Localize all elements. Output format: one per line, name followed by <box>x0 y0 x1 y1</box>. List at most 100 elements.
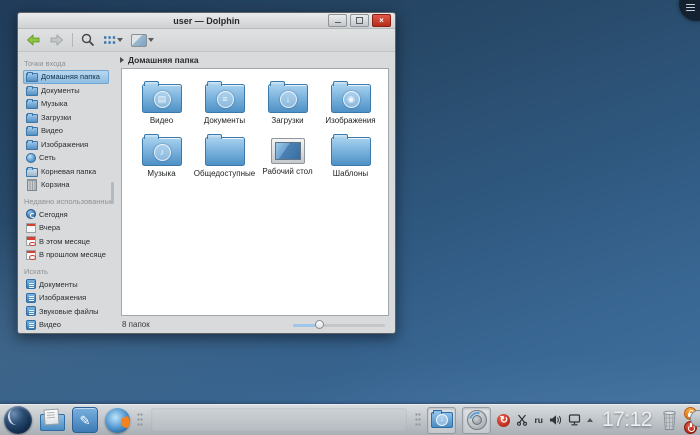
sidebar-item[interactable]: Домашняя папка <box>23 70 109 84</box>
sidebar-item[interactable]: Изображения <box>23 138 109 152</box>
display-network-icon[interactable] <box>568 414 581 426</box>
folder-icon: ♪ <box>142 137 182 166</box>
sidebar-item-label: Изображения <box>39 293 86 302</box>
zoom-slider[interactable] <box>293 320 385 330</box>
sidebar-item[interactable]: Сеть <box>23 151 109 165</box>
sidebar-item-label: В прошлом месяце <box>39 250 106 259</box>
sidebar-scrollbar[interactable] <box>111 182 114 204</box>
volume-icon[interactable] <box>549 414 562 426</box>
download-emblem-icon: ↓ <box>280 91 297 108</box>
places-panel: Точки входа Домашняя папка Документы Музыка… <box>18 52 115 333</box>
close-button[interactable]: × <box>372 14 391 27</box>
sidebar-section-title: Точки входа <box>24 59 115 68</box>
sidebar-item[interactable]: Корневая папка <box>23 165 109 179</box>
folder-item[interactable]: ≡Документы <box>193 80 256 133</box>
maximize-button[interactable] <box>350 14 369 27</box>
calendar-month-icon <box>26 250 36 260</box>
sidebar-item[interactable]: Видео <box>23 318 109 332</box>
slider-handle[interactable] <box>315 320 324 329</box>
desktop-folder-icon <box>271 138 305 164</box>
sidebar-item-label: Видео <box>39 320 61 329</box>
sidebar-item[interactable]: Документы <box>23 278 109 292</box>
clipboard-scissors-icon[interactable] <box>516 414 528 426</box>
folder-view[interactable]: ▤Видео≡Документы ↓ Загрузки ◉ Изображения ♪ Му… <box>121 68 389 316</box>
task-manager-area[interactable] <box>151 408 407 432</box>
folder-label: Музыка <box>147 169 175 178</box>
status-text: 8 папок <box>122 320 150 329</box>
panel-drag-handle[interactable] <box>415 412 421 428</box>
folder-label: Рабочий стол <box>262 167 312 176</box>
folder-icon: ◉ <box>331 84 371 113</box>
sidebar-item-label: Изображения <box>41 140 88 149</box>
back-button[interactable] <box>26 34 41 46</box>
downloads-folder-widget[interactable]: ↓ <box>427 407 456 434</box>
trash-widget[interactable] <box>661 409 678 431</box>
trash-icon <box>27 179 37 191</box>
sidebar-item[interactable]: Музыка <box>23 97 109 111</box>
trash-icon <box>661 409 678 431</box>
main-pane: Домашняя папка ▤Видео≡Документы ↓ Загрузки… <box>115 52 395 333</box>
digital-clock[interactable]: 17:12 <box>602 408 652 432</box>
firefox-launcher[interactable] <box>105 408 130 433</box>
search-documents-icon <box>26 279 36 289</box>
screen-icon <box>275 142 301 160</box>
text-editor-launcher[interactable]: ✎ <box>72 407 98 433</box>
camera-emblem-icon: ◉ <box>343 91 360 108</box>
folder-item[interactable]: ♪ Музыка <box>130 133 193 186</box>
video-folder-icon <box>26 127 38 136</box>
folder-icon: ≡ <box>205 84 245 113</box>
search-images-icon <box>26 293 36 303</box>
folder-label: Изображения <box>325 116 375 125</box>
folder-item[interactable]: ↓ Загрузки <box>256 80 319 133</box>
minimize-button[interactable] <box>328 14 347 27</box>
file-manager-launcher[interactable] <box>39 408 65 432</box>
folder-label: Загрузки <box>271 116 303 125</box>
sidebar-item[interactable]: Видео <box>23 124 109 138</box>
sidebar-item[interactable]: Звуковые файлы <box>23 305 109 319</box>
keyboard-layout-indicator[interactable]: ru <box>534 415 543 425</box>
music-emblem-icon: ♪ <box>154 144 171 161</box>
sidebar-item-label: Домашняя папка <box>41 72 100 81</box>
breadcrumb[interactable]: Домашняя папка <box>115 52 395 68</box>
panel-drag-handle[interactable] <box>137 412 143 428</box>
sidebar-item[interactable]: В этом месяце <box>23 235 109 249</box>
folder-icon: ↓ <box>268 84 308 113</box>
sidebar-item-label: Корневая папка <box>41 167 96 176</box>
sidebar-item[interactable]: Загрузки <box>23 111 109 125</box>
sidebar-item-label: Документы <box>41 86 80 95</box>
icon-view-icon <box>103 35 116 45</box>
folder-item[interactable]: Шаблоны <box>319 133 382 186</box>
sidebar-item-label: Сегодня <box>39 210 68 219</box>
breadcrumb-label[interactable]: Домашняя папка <box>128 55 199 65</box>
search-audio-icon <box>26 306 36 316</box>
sidebar-item[interactable]: Документы <box>23 84 109 98</box>
folder-item[interactable]: Общедоступные <box>193 133 256 186</box>
downloads-folder-icon <box>26 114 38 123</box>
sidebar-item[interactable]: Изображения <box>23 291 109 305</box>
back-arrow-icon <box>26 34 41 46</box>
search-button[interactable] <box>81 33 95 47</box>
forward-button[interactable] <box>49 34 64 46</box>
folder-item[interactable]: ▤Видео <box>130 80 193 133</box>
folder-icon: ▤ <box>142 84 182 113</box>
view-mode-button[interactable] <box>103 35 123 45</box>
title-bar[interactable]: user — Dolphin × <box>18 13 395 29</box>
update-notifier-icon[interactable]: ↻ <box>497 414 510 427</box>
folder-item[interactable]: Рабочий стол <box>256 133 319 186</box>
sidebar-item-label: Корзина <box>41 180 70 189</box>
device-notifier-widget[interactable] <box>462 407 491 434</box>
sidebar-item[interactable]: В прошлом месяце <box>23 248 109 262</box>
breadcrumb-arrow-icon <box>120 57 124 63</box>
search-video-icon <box>26 320 36 330</box>
plasma-toolbox-cashew[interactable] <box>679 0 700 21</box>
panel-cashew[interactable] <box>690 410 700 427</box>
sidebar-item[interactable]: Сегодня <box>23 208 109 222</box>
sidebar-item-label: Вчера <box>39 223 60 232</box>
sidebar-item[interactable]: Вчера <box>23 221 109 235</box>
sidebar-item-label: Загрузки <box>41 113 71 122</box>
app-launcher-button[interactable] <box>4 406 32 434</box>
tray-expander-icon[interactable] <box>587 418 593 422</box>
folder-item[interactable]: ◉ Изображения <box>319 80 382 133</box>
sidebar-item[interactable]: Корзина <box>23 178 109 192</box>
preview-button[interactable] <box>131 34 154 47</box>
